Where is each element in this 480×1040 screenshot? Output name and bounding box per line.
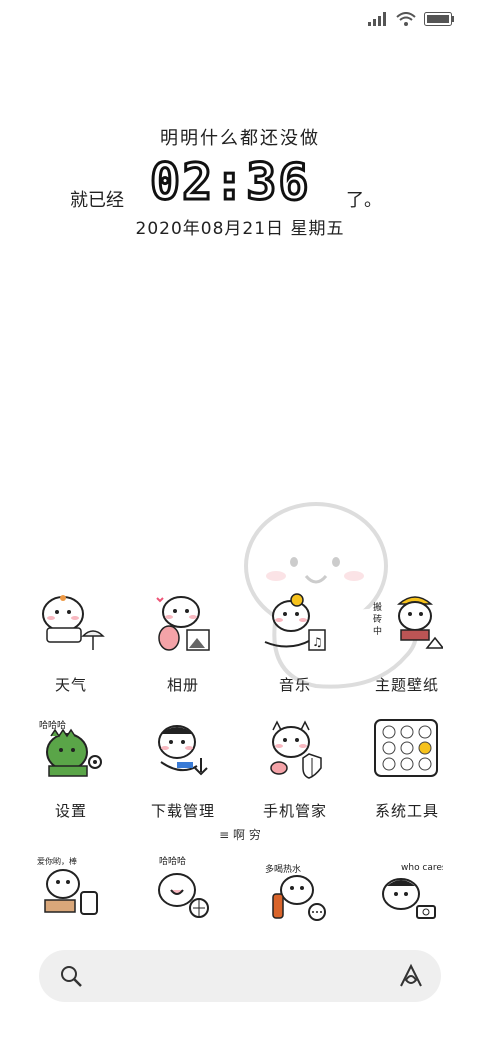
status-bar [0,0,480,40]
dock-messages[interactable]: 多喝热水 [240,852,350,928]
folder-system-tools[interactable]: 系统工具 [352,718,462,821]
app-label: 系统工具 [374,802,439,820]
tagline-suffix: 了。 [346,190,382,211]
svg-text:搬: 搬 [373,601,382,613]
weather-icon [42,595,105,650]
svg-text:哈哈哈: 哈哈哈 [39,719,66,731]
download-icon [158,725,208,776]
dock-phone[interactable]: 爱你哟，棒 [16,852,126,928]
tagline-top: 明明什么都还没做 [160,128,320,149]
app-themes[interactable]: 搬 砖 中 主题壁纸 [352,592,462,695]
app-label: 音乐 [278,676,311,694]
clock[interactable]: 02:36 [149,153,325,211]
music-icon: ♫ [264,593,326,651]
wifi-icon [396,12,416,26]
tagline-prefix: 就已经 [70,190,124,211]
app-label: 相册 [166,676,199,694]
settings-icon: 哈哈哈 [39,719,102,777]
date-label: 2020年08月21日 星期五 [135,219,345,239]
battery-icon [424,12,454,26]
clock-time: 02:36 [149,153,311,211]
dock-browser[interactable]: 哈哈哈 [128,852,238,928]
dock-camera[interactable]: who cares [352,852,462,928]
search-bar[interactable] [39,950,441,1002]
app-security[interactable]: 手机管家 [240,718,350,821]
svg-text:多喝热水: 多喝热水 [265,863,301,875]
tools-folder-icon [374,719,438,777]
app-label: 手机管家 [262,802,327,820]
svg-text:who cares: who cares [401,863,443,873]
gallery-icon [156,596,210,651]
svg-text:♫: ♫ [312,635,323,649]
themes-icon: 搬 砖 中 [373,596,445,649]
security-icon [270,720,322,779]
app-label: 主题壁纸 [374,676,439,694]
search-icon[interactable] [59,964,83,988]
svg-text:砖: 砖 [373,613,382,625]
app-music[interactable]: ♫ 音乐 [240,592,350,695]
app-weather[interactable]: 天气 [16,592,126,695]
browser-icon: 哈哈哈 [158,855,209,918]
camera-icon: who cares [382,863,447,919]
phone-icon: 爱你哟，棒 [37,856,98,915]
svg-text:中: 中 [373,625,382,637]
assistant-icon[interactable] [397,962,425,990]
folder-title[interactable]: ≡ 啊 穷 [0,826,480,843]
app-label: 设置 [54,802,87,820]
app-download[interactable]: 下载管理 [128,718,238,821]
app-label: 天气 [54,676,87,694]
messages-icon: 多喝热水 [265,863,326,921]
svg-text:爱你哟，棒: 爱你哟，棒 [37,856,77,866]
app-gallery[interactable]: 相册 [128,592,238,695]
signal-icon [368,12,386,26]
app-label: 下载管理 [150,802,215,820]
svg-text:哈哈哈: 哈哈哈 [159,855,186,867]
app-settings[interactable]: 哈哈哈 设置 [16,718,126,821]
